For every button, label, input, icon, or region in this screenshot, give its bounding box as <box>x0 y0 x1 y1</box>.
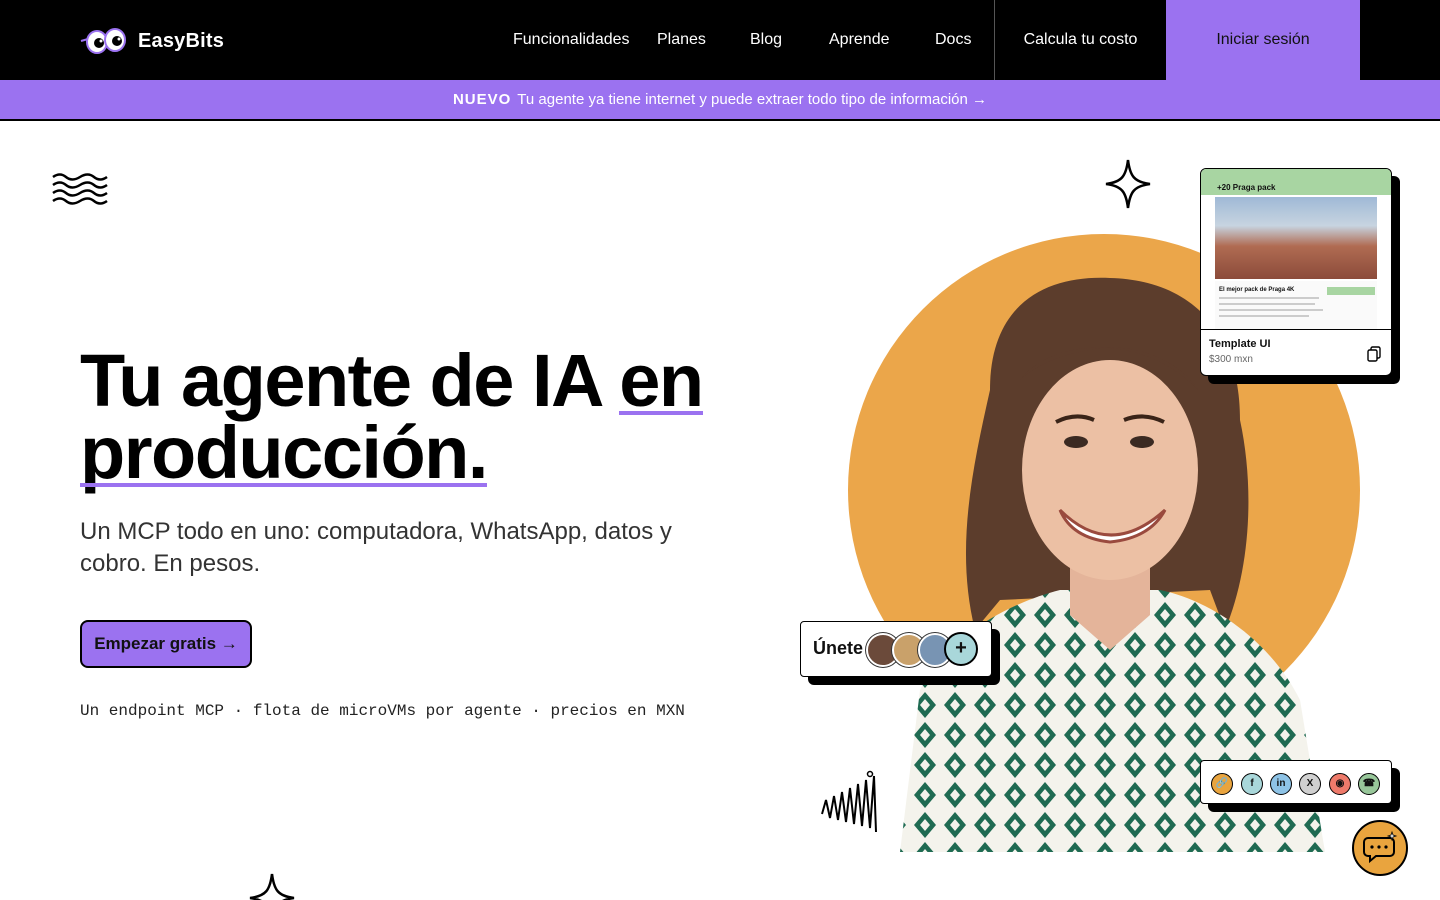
preview-line <box>1219 303 1315 305</box>
start-free-button[interactable]: Empezar gratis → <box>80 620 252 668</box>
sparkle-star-icon <box>1105 159 1151 209</box>
banner-tag: NUEVO <box>452 91 512 108</box>
preview-line <box>1219 309 1323 311</box>
link-icon[interactable]: 🔗 <box>1211 773 1233 795</box>
hero-title-underlined-produccion: producción. <box>80 411 488 494</box>
instagram-icon[interactable]: ◉ <box>1329 773 1351 795</box>
banner-text: Tu agente ya tiene internet y puede extr… <box>517 91 988 108</box>
sparkle-star-bottom-icon <box>249 873 295 900</box>
waves-decoration-icon <box>52 173 108 205</box>
linkedin-icon[interactable]: in <box>1270 773 1292 795</box>
x-icon[interactable]: X <box>1299 773 1321 795</box>
nav-link-funcionalidades[interactable]: Funcionalidades <box>513 0 630 80</box>
preview-line <box>1219 297 1319 299</box>
template-card-footer: Template UI $300 mxn <box>1201 329 1391 375</box>
chat-button[interactable] <box>1352 820 1408 876</box>
template-price: $300 mxn <box>1209 354 1253 365</box>
scribble-decoration-icon <box>821 770 877 833</box>
brand-name: EasyBits <box>138 29 225 52</box>
template-card-preview-body: El mejor pack de Praga 4K <box>1215 281 1377 329</box>
hero-title-part1: Tu agente de IA <box>80 339 620 422</box>
hero-title-underlined-en: en <box>619 339 704 422</box>
top-nav: EasyBits Funcionalidades Planes Blog Apr… <box>0 0 1440 80</box>
feature-tagline: Un endpoint MCP · flota de microVMs por … <box>80 702 685 720</box>
login-button[interactable]: Iniciar sesión <box>1166 0 1360 80</box>
preview-buy-block <box>1327 287 1375 295</box>
nav-link-aprende[interactable]: Aprende <box>829 0 890 80</box>
template-card-header: +20 Praga pack <box>1201 169 1391 195</box>
nav-link-planes[interactable]: Planes <box>657 0 706 80</box>
template-product-card[interactable]: +20 Praga pack El mejor pack de Praga 4K… <box>1200 168 1392 376</box>
social-links-card: 🔗 f in X ◉ ☎ <box>1200 760 1392 804</box>
nav-link-docs[interactable]: Docs <box>935 0 971 80</box>
brand-logo[interactable]: EasyBits <box>80 26 224 56</box>
facebook-icon[interactable]: f <box>1241 773 1263 795</box>
hero-subtitle: Un MCP todo en uno: computadora, WhatsAp… <box>80 518 672 577</box>
add-avatar-button[interactable]: + <box>944 632 978 666</box>
calculate-cost-button[interactable]: Calcula tu costo <box>994 0 1166 80</box>
announcement-banner[interactable]: NUEVO Tu agente ya tiene internet y puede… <box>0 80 1440 121</box>
template-card-section-title: El mejor pack de Praga 4K <box>1219 287 1295 293</box>
template-name: Template UI <box>1209 338 1271 350</box>
eyes-logo-icon <box>80 28 126 54</box>
chat-bubble-icon <box>1363 830 1398 864</box>
nav-link-blog[interactable]: Blog <box>750 0 782 80</box>
hero-title: Tu agente de IA en producción. <box>80 339 800 494</box>
whatsapp-icon[interactable]: ☎ <box>1358 773 1380 795</box>
copy-icon[interactable] <box>1367 346 1381 362</box>
join-label: Únete <box>813 638 864 658</box>
prague-photo <box>1215 197 1377 279</box>
preview-line <box>1219 315 1309 317</box>
